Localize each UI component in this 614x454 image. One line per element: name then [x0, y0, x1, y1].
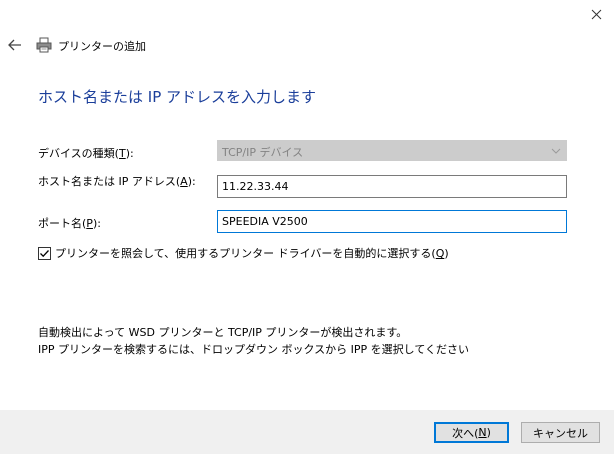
host-label: ホスト名または IP アドレス(A): [38, 175, 196, 188]
back-button[interactable] [6, 36, 24, 54]
device-type-value: TCP/IP デバイス [222, 146, 304, 159]
chevron-down-icon [551, 148, 561, 154]
printer-icon [36, 37, 52, 53]
device-type-label: デバイスの種類(T): [38, 147, 134, 160]
port-name-input[interactable]: SPEEDIA V2500 [217, 210, 567, 233]
dialog-footer: 次へ(N) キャンセル [0, 410, 614, 454]
port-name-label: ポート名(P): [38, 217, 101, 230]
checkmark-icon [40, 249, 49, 257]
query-printer-option[interactable]: プリンターを照会して、使用するプリンター ドライバーを自動的に選択する(Q) [38, 245, 449, 261]
back-arrow-icon [8, 39, 21, 51]
add-printer-window: プリンターの追加 ホスト名または IP アドレスを入力します デバイスの種類(T… [0, 0, 614, 454]
info-text-line1: 自動検出によって WSD プリンターと TCP/IP プリンターが検出されます。 [38, 326, 408, 339]
close-icon [591, 9, 601, 19]
query-printer-label: プリンターを照会して、使用するプリンター ドライバーを自動的に選択する(Q) [55, 247, 449, 260]
cancel-button[interactable]: キャンセル [521, 422, 600, 443]
query-printer-checkbox[interactable] [38, 246, 51, 260]
window-title: プリンターの追加 [58, 40, 146, 53]
info-text-line2: IPP プリンターを検索するには、ドロップダウン ボックスから IPP を選択し… [38, 343, 470, 356]
page-heading: ホスト名または IP アドレスを入力します [38, 88, 317, 106]
next-button[interactable]: 次へ(N) [434, 422, 509, 443]
close-button[interactable] [578, 0, 614, 28]
host-input[interactable]: 11.22.33.44 [217, 175, 567, 198]
device-type-select[interactable]: TCP/IP デバイス [217, 140, 567, 161]
